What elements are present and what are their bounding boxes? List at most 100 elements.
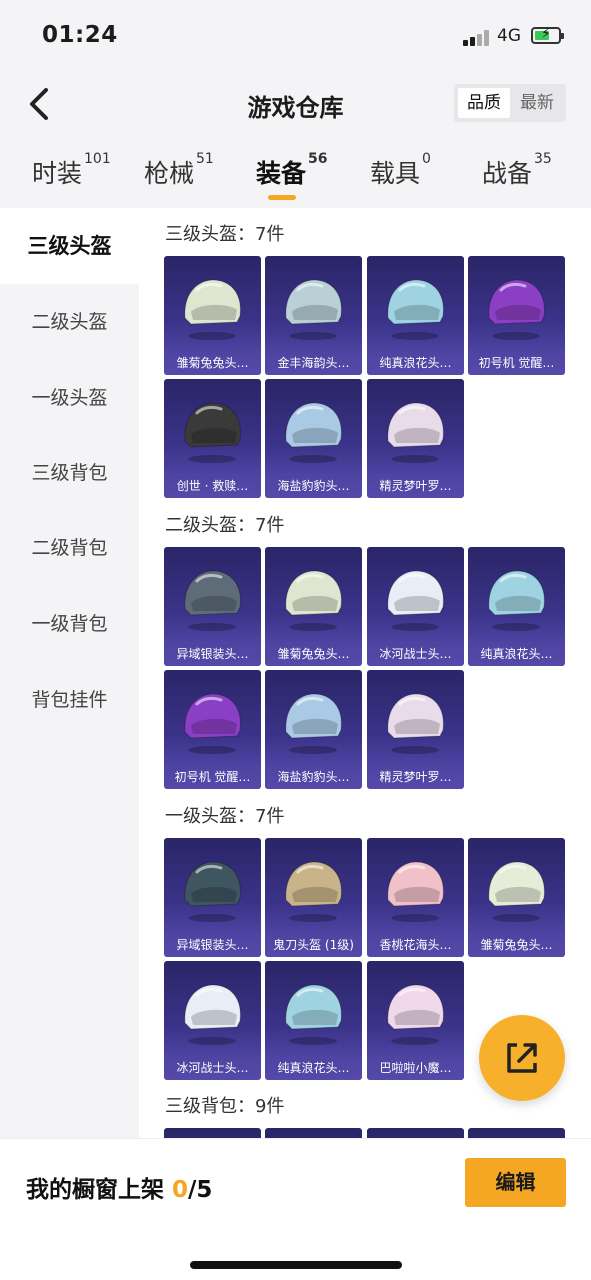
helmet-icon [387, 984, 444, 1045]
item-name: 海盐豹豹头… [265, 474, 362, 498]
share-icon [507, 1043, 537, 1073]
sort-quality-button[interactable]: 品质 [458, 88, 510, 118]
item-card[interactable]: 冰河战士头… [367, 547, 464, 666]
sidebar-item-level2-helmet[interactable]: 二级头盔 [0, 284, 139, 360]
showcase-status: 我的橱窗上架 0/5 [26, 1177, 213, 1203]
helmet-icon [184, 570, 241, 631]
section-title: 一级头盔：7件 [165, 806, 285, 827]
tab-supplies[interactable]: 战备35 [482, 151, 552, 190]
status-time: 01:24 [42, 22, 118, 48]
sidebar-item-level2-backpack[interactable]: 二级背包 [0, 510, 139, 586]
active-tab-indicator [268, 195, 296, 200]
sidebar-item-backpack-pendant[interactable]: 背包挂件 [0, 662, 139, 738]
item-card[interactable]: 海盐豹豹头… [265, 670, 362, 789]
sort-toggle: 品质 最新 [454, 84, 566, 122]
home-indicator [190, 1261, 402, 1269]
helmet-icon [488, 861, 545, 922]
sidebar: 三级头盔 二级头盔 一级头盔 三级背包 二级背包 一级背包 背包挂件 [0, 208, 139, 1148]
item-name: 冰河战士头… [367, 642, 464, 666]
item-name: 初号机 觉醒… [468, 351, 565, 375]
helmet-icon [387, 861, 444, 922]
item-name: 异域银装头… [164, 933, 261, 957]
helmet-icon [285, 402, 342, 463]
item-card[interactable]: 纯真浪花头… [265, 961, 362, 1080]
helmet-icon [184, 279, 241, 340]
helmet-icon [488, 570, 545, 631]
item-name: 巴啦啦小魔… [367, 1056, 464, 1080]
item-name: 纯真浪花头… [468, 642, 565, 666]
helmet-icon [285, 693, 342, 754]
helmet-icon [184, 861, 241, 922]
helmet-icon [285, 279, 342, 340]
item-name: 海盐豹豹头… [265, 765, 362, 789]
item-name: 异域银装头… [164, 642, 261, 666]
item-card[interactable]: 初号机 觉醒… [164, 670, 261, 789]
battery-icon: ⚡ [531, 26, 564, 44]
item-name: 雏菊兔兔头… [265, 642, 362, 666]
item-card[interactable]: 初号机 觉醒… [468, 256, 565, 375]
sidebar-item-level1-helmet[interactable]: 一级头盔 [0, 360, 139, 436]
edit-button[interactable]: 编辑 [465, 1158, 566, 1207]
item-card[interactable]: 异域银装头… [164, 547, 261, 666]
status-bar: 01:24 4G ⚡ [0, 0, 591, 74]
helmet-icon [184, 402, 241, 463]
helmet-icon [285, 861, 342, 922]
item-name: 雏菊兔兔头… [164, 351, 261, 375]
sort-latest-button[interactable]: 最新 [511, 88, 563, 118]
item-name: 鬼刀头盔 (1级) [265, 933, 362, 957]
item-card[interactable]: 香桃花海头… [367, 838, 464, 957]
item-card[interactable]: 纯真浪花头… [468, 547, 565, 666]
share-button[interactable] [479, 1015, 565, 1101]
sidebar-item-level1-backpack[interactable]: 一级背包 [0, 586, 139, 662]
bottom-bar: 我的橱窗上架 0/5 编辑 [0, 1138, 591, 1280]
item-card[interactable]: 海盐豹豹头… [265, 379, 362, 498]
item-name: 金丰海韵头… [265, 351, 362, 375]
item-name: 雏菊兔兔头… [468, 933, 565, 957]
network-type: 4G [497, 26, 521, 46]
item-card[interactable]: 雏菊兔兔头… [468, 838, 565, 957]
item-card[interactable]: 雏菊兔兔头… [265, 547, 362, 666]
tab-vehicles[interactable]: 载具0 [370, 151, 431, 190]
item-card[interactable]: 巴啦啦小魔… [367, 961, 464, 1080]
item-card[interactable]: 冰河战士头… [164, 961, 261, 1080]
helmet-icon [285, 984, 342, 1045]
helmet-icon [184, 984, 241, 1045]
helmet-icon [184, 693, 241, 754]
tab-fashion[interactable]: 时装101 [32, 151, 111, 190]
item-name: 精灵梦叶罗… [367, 474, 464, 498]
item-card[interactable]: 精灵梦叶罗… [367, 379, 464, 498]
helmet-icon [387, 402, 444, 463]
sidebar-item-level3-backpack[interactable]: 三级背包 [0, 435, 139, 511]
item-name: 精灵梦叶罗… [367, 765, 464, 789]
item-card[interactable]: 异域银装头… [164, 838, 261, 957]
nav-bar: 游戏仓库 品质 最新 [0, 74, 591, 138]
item-card[interactable]: 鬼刀头盔 (1级) [265, 838, 362, 957]
item-name: 创世 · 救赎… [164, 474, 261, 498]
helmet-icon [387, 693, 444, 754]
app-root: 01:24 4G ⚡ 游戏仓库 品质 最新 时装101 枪械51 装备56 载具… [0, 0, 591, 1280]
helmet-icon [285, 570, 342, 631]
item-name: 初号机 觉醒… [164, 765, 261, 789]
item-card[interactable]: 纯真浪花头… [367, 256, 464, 375]
helmet-icon [488, 279, 545, 340]
category-tabs: 时装101 枪械51 装备56 载具0 战备35 [0, 140, 591, 208]
section-title: 二级头盔：7件 [165, 515, 285, 536]
item-name: 纯真浪花头… [367, 351, 464, 375]
sidebar-item-level3-helmet[interactable]: 三级头盔 [0, 208, 139, 284]
tab-equipment[interactable]: 装备56 [256, 151, 328, 190]
item-name: 纯真浪花头… [265, 1056, 362, 1080]
tab-weapons[interactable]: 枪械51 [144, 151, 214, 190]
item-card[interactable]: 创世 · 救赎… [164, 379, 261, 498]
item-card[interactable]: 金丰海韵头… [265, 256, 362, 375]
section-title: 三级头盔：7件 [165, 224, 285, 245]
item-card[interactable]: 雏菊兔兔头… [164, 256, 261, 375]
helmet-icon [387, 570, 444, 631]
item-grid: 三级头盔：7件 雏菊兔兔头… 金丰海韵头… 纯真浪花头… 初号机 觉醒… 创世 · 救赎…… [139, 208, 591, 1247]
signal-icon [463, 30, 491, 46]
section-title: 三级背包：9件 [165, 1096, 285, 1117]
helmet-icon [387, 279, 444, 340]
showcase-count: 0 [172, 1177, 189, 1203]
item-name: 香桃花海头… [367, 933, 464, 957]
item-name: 冰河战士头… [164, 1056, 261, 1080]
item-card[interactable]: 精灵梦叶罗… [367, 670, 464, 789]
